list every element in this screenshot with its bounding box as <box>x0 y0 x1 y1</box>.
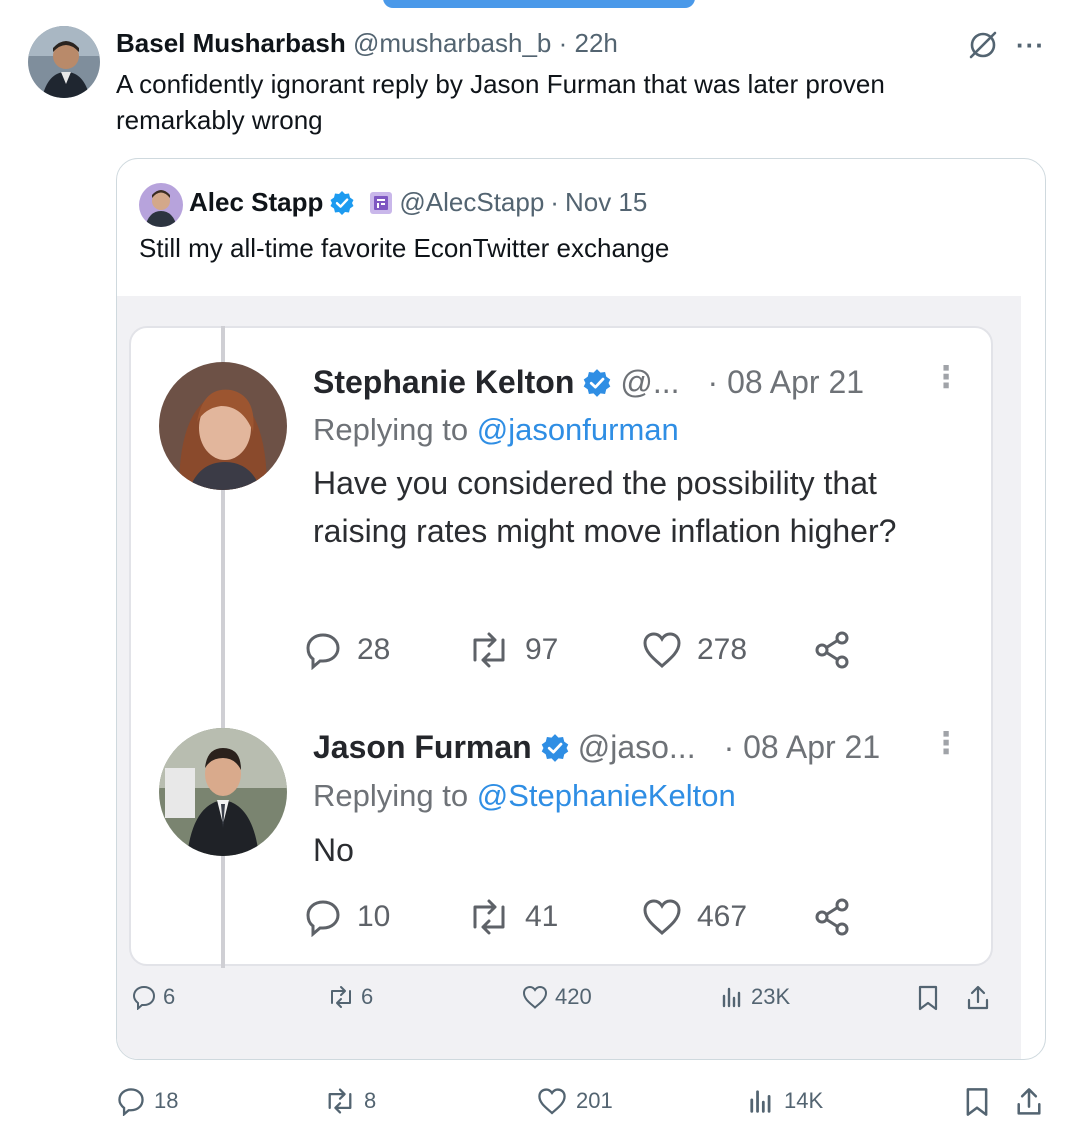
grok-icon[interactable] <box>966 28 1000 62</box>
like-count-value: 201 <box>576 1088 613 1113</box>
avatar <box>139 183 183 227</box>
reply-button[interactable]: 18 <box>116 1086 178 1116</box>
screenshot-tweet-text: Have you considered the possibility that… <box>313 465 897 549</box>
repost-count-value: 6 <box>361 984 374 1009</box>
bookmark-icon <box>918 985 938 1011</box>
screenshot-tweet-header: Jason Furman @jaso... · 08 Apr 21 <box>313 729 880 766</box>
screenshot-action-bar: 10 41 467 <box>303 897 863 941</box>
like-count-value: 467 <box>697 900 748 933</box>
like-count: 467 <box>641 897 747 937</box>
like-count: 278 <box>641 630 747 670</box>
author-name: Stephanie Kelton <box>313 364 575 400</box>
like-button[interactable]: 201 <box>536 1086 613 1116</box>
reply-count: 28 <box>303 630 390 670</box>
heart-icon <box>643 632 681 668</box>
share-icon <box>967 985 989 1010</box>
post-time[interactable]: 22h <box>575 28 618 58</box>
author-handle[interactable]: @musharbash_b <box>353 28 551 58</box>
quoted-post-text: Still my all-time favorite EconTwitter e… <box>139 233 670 263</box>
reply-count-value: 6 <box>163 984 176 1009</box>
share-icon <box>813 630 853 670</box>
kebab-menu-icon: ⋮ <box>931 361 961 394</box>
repost-count-value: 8 <box>364 1088 377 1113</box>
post-header: Basel Musharbash @musharbash_b · 22h <box>116 28 618 59</box>
repost-icon <box>328 1088 352 1114</box>
verified-badge-icon <box>584 368 611 397</box>
views-icon <box>750 1090 771 1113</box>
share-icon <box>813 897 853 937</box>
like-count-value: 278 <box>697 633 748 666</box>
reply-count-value: 18 <box>154 1088 179 1113</box>
bookmark-button[interactable] <box>962 1086 992 1118</box>
like-count-value: 420 <box>555 984 592 1009</box>
repost-count-value: 41 <box>525 900 559 933</box>
post-date: · 08 Apr 21 <box>707 364 865 400</box>
repost-button[interactable]: 6 <box>327 984 373 1010</box>
replying-to-prefix: Replying to <box>313 778 477 813</box>
replying-to-prefix: Replying to <box>313 412 477 447</box>
repost-count-value: 97 <box>525 633 559 666</box>
repost-icon <box>331 986 351 1008</box>
affiliation-badge-icon <box>370 191 393 214</box>
post-action-bar: 18 8 201 14K <box>116 1086 1046 1126</box>
more-options-icon[interactable]: ··· <box>1016 30 1045 61</box>
repost-count: 41 <box>467 897 558 937</box>
author-handle: @... <box>620 364 680 400</box>
screenshot-tweet-text: No <box>313 832 354 868</box>
reply-icon <box>132 985 156 1010</box>
heart-icon <box>522 985 548 1009</box>
reply-icon <box>306 900 340 937</box>
separator-dot: · <box>558 28 568 58</box>
verified-badge-icon <box>330 190 354 215</box>
new-posts-pill[interactable] <box>383 0 695 8</box>
avatar <box>159 362 287 490</box>
repost-icon <box>473 632 505 668</box>
repost-icon <box>473 899 505 935</box>
quoted-post-header: Alec Stapp @AlecStapp · Nov 15 <box>189 187 647 218</box>
share-icon <box>1017 1088 1041 1115</box>
heart-icon <box>643 899 681 935</box>
author-name: Alec Stapp <box>189 187 324 217</box>
attached-screenshot-image[interactable]: Stephanie Kelton @... · 08 Apr 21 ⋮ Repl… <box>117 296 1021 1059</box>
heart-icon <box>538 1088 566 1115</box>
views-icon <box>722 987 741 1008</box>
share-button[interactable] <box>965 984 991 1012</box>
mention-link: @StephanieKelton <box>476 778 736 813</box>
bookmark-button[interactable] <box>915 984 941 1012</box>
author-name[interactable]: Basel Musharbash <box>116 28 346 58</box>
quoted-post-action-bar: 6 6 420 23K <box>131 984 1011 1024</box>
reply-count: 10 <box>303 897 390 937</box>
screenshot-action-bar: 28 97 278 <box>303 630 863 674</box>
post-text: A confidently ignorant reply by Jason Fu… <box>116 69 885 135</box>
quoted-post[interactable]: Alec Stapp @AlecStapp · Nov 15 Still my … <box>116 158 1046 1060</box>
verified-badge-icon <box>541 733 568 762</box>
views-button[interactable]: 23K <box>719 984 790 1010</box>
repost-button[interactable]: 8 <box>324 1086 376 1116</box>
author-name: Jason Furman <box>313 729 532 765</box>
reply-icon <box>118 1088 144 1116</box>
like-button[interactable]: 420 <box>521 984 592 1010</box>
kebab-menu-icon: ⋮ <box>931 727 961 760</box>
author-handle: @jaso... <box>577 729 696 765</box>
views-button[interactable]: 14K <box>746 1086 823 1116</box>
reply-count-value: 10 <box>357 900 391 933</box>
views-count-value: 23K <box>751 984 791 1009</box>
replying-to: Replying to @jasonfurman <box>313 412 679 448</box>
reply-count-value: 28 <box>357 633 391 666</box>
share-button[interactable] <box>1014 1086 1044 1118</box>
screenshot-tweet-header: Stephanie Kelton @... · 08 Apr 21 <box>313 364 864 401</box>
repost-count: 97 <box>467 630 558 670</box>
post-date: Nov 15 <box>564 187 648 217</box>
author-handle: @AlecStapp <box>399 187 545 217</box>
avatar[interactable] <box>28 26 100 98</box>
reply-icon <box>306 633 340 670</box>
post-date: · 08 Apr 21 <box>723 729 881 765</box>
separator-dot: · <box>550 187 559 217</box>
avatar <box>159 728 287 856</box>
replying-to: Replying to @StephanieKelton <box>313 778 736 814</box>
views-count-value: 14K <box>784 1088 824 1113</box>
mention-link: @jasonfurman <box>476 412 679 447</box>
bookmark-icon <box>966 1088 988 1116</box>
reply-button[interactable]: 6 <box>131 984 175 1010</box>
